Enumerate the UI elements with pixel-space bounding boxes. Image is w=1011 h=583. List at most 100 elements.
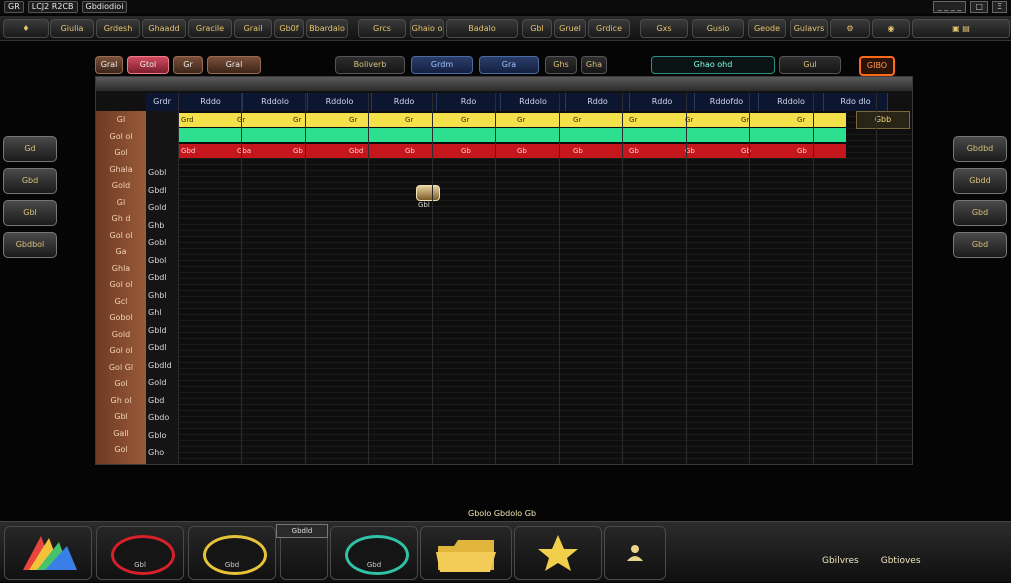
green-row[interactable] (178, 128, 846, 142)
user-button[interactable] (604, 526, 666, 580)
grid-cell[interactable]: Gb (461, 144, 471, 158)
left-side-button[interactable]: Gbdbol (3, 232, 57, 258)
toolbar-button[interactable]: Grdesh (96, 19, 140, 38)
left-side-button[interactable]: Gbl (3, 200, 57, 226)
tab[interactable]: GIBO (859, 56, 895, 76)
toolbar-button[interactable]: Gb0f (274, 19, 304, 38)
grid-cell[interactable]: Gr (629, 113, 637, 127)
tab[interactable]: Boliverb (335, 56, 405, 74)
toolbar-button[interactable]: Geode (748, 19, 786, 38)
status-text: Gbolo Gbdolo Gb (468, 509, 537, 518)
toolbar-button[interactable]: ▣ ▤ (912, 19, 1010, 38)
sub-label: Ghbl (148, 290, 167, 300)
column-header[interactable]: Rdo dlo (824, 93, 888, 111)
column-header[interactable]: Rddolo (501, 93, 566, 111)
grid-cell[interactable]: Gba (237, 144, 251, 158)
tab-active[interactable]: Gtol (127, 56, 169, 74)
grid-cell[interactable]: Gr (461, 113, 469, 127)
folder-button[interactable] (420, 526, 512, 580)
toolbar-button[interactable]: Grdice (588, 19, 630, 38)
grid-cell[interactable]: Gb (797, 144, 807, 158)
toolbar-button[interactable]: Grcs (358, 19, 406, 38)
grid-cell[interactable]: Gr (349, 113, 357, 127)
tab[interactable]: Ghao ohd (651, 56, 775, 74)
bottom-right-labels: Gbilvres Gbtioves (822, 556, 921, 566)
sync-button[interactable]: Gbd (330, 526, 418, 580)
maximize-button[interactable]: □ (970, 1, 988, 13)
right-side-button[interactable]: Gbd (953, 200, 1007, 226)
bottom-toolbar: Gbl Gbd Gbd (0, 521, 1011, 582)
grid-cell[interactable]: Gb (629, 144, 639, 158)
grid-cell[interactable]: Gb (405, 144, 415, 158)
toolbar-button[interactable]: Bbardalo (306, 19, 348, 38)
bottom-right-link[interactable]: Gbtioves (881, 556, 921, 566)
column-header[interactable]: Rdo (437, 93, 501, 111)
tab-bar: Gral Gtol Gr Gral Boliverb Grdm Gra Ghs … (95, 54, 911, 76)
tab[interactable]: Gha (581, 56, 607, 74)
column-header[interactable]: Rddo (372, 93, 437, 111)
column-header[interactable]: Rddolo (243, 93, 308, 111)
column-header[interactable]: Grdr (146, 93, 179, 111)
grid-cell[interactable]: Gr (797, 113, 805, 127)
toolbar-button[interactable]: Gbl (522, 19, 552, 38)
tab[interactable]: Gr (173, 56, 203, 74)
toolbar-button[interactable]: ◉ (872, 19, 910, 38)
right-side-button[interactable]: Gbd (953, 232, 1007, 258)
grid-cell[interactable]: Gr (405, 113, 413, 127)
grid-cell[interactable]: Gr (517, 113, 525, 127)
tab[interactable]: Grdm (411, 56, 473, 74)
toolbar-button[interactable]: Gracile (188, 19, 232, 38)
tab[interactable]: Ghs (545, 56, 577, 74)
grid-cell[interactable]: Gbd (349, 144, 363, 158)
tab[interactable]: Gul (779, 56, 841, 74)
sub-label: Ghl (148, 308, 162, 317)
toolbar-button[interactable]: Ghaio o (410, 19, 444, 38)
grid-cell[interactable]: Grd (181, 113, 194, 127)
grid-body[interactable] (96, 111, 912, 464)
toolbar-button[interactable]: Gxs (640, 19, 688, 38)
right-side-button[interactable]: Gbdd (953, 168, 1007, 194)
minimize-button[interactable]: _ _ _ _ (932, 1, 967, 13)
toolbar-button[interactable]: ⚙ (830, 19, 870, 38)
record-button[interactable]: Gbl (96, 526, 184, 580)
yellow-row[interactable]: GrdGrGrGrGrGrGrGrGrGrGrGr (178, 113, 846, 127)
row-label: Ga (115, 247, 127, 256)
close-button[interactable]: Ξ (991, 1, 1007, 13)
toolbar-button[interactable]: Grail (234, 19, 272, 38)
drag-handle-icon[interactable] (416, 185, 440, 201)
column-header[interactable]: Rddolo (759, 93, 824, 111)
grid-cell[interactable]: Gb (573, 144, 583, 158)
left-side-button[interactable]: Gbd (3, 168, 57, 194)
toolbar-button[interactable]: Gusio (692, 19, 744, 38)
grid-cell[interactable]: Gb (293, 144, 303, 158)
red-row[interactable]: Gbd Gba Gb Gbd Gb Gb Gb Gb Gb Gb Gb Gb (178, 144, 846, 158)
tab[interactable]: Gra (479, 56, 539, 74)
row-action-button[interactable]: Gbb (856, 111, 910, 129)
row-label: Gh ol (110, 395, 132, 405)
left-side-button[interactable]: Gd (3, 136, 57, 162)
right-side-button[interactable]: Gbdbd (953, 136, 1007, 162)
record-label: Gbl (134, 561, 146, 569)
sub-label: Gbdld (148, 360, 172, 370)
toolbar-button[interactable]: Badalo (446, 19, 518, 38)
tab[interactable]: Gral (95, 56, 123, 74)
grid-cell[interactable]: Gb (517, 144, 527, 158)
sub-label-column: Gobl Gbdl Gold Ghb Gobl Gbol Gbdl Ghbl Ghl Gbld Gb… (146, 111, 179, 464)
gold-ring-button[interactable]: Gbd (188, 526, 276, 580)
sub-label: Gold (148, 203, 167, 212)
toolbar-button[interactable]: Ghaadd (142, 19, 186, 38)
toolbar-button[interactable]: ♦ (3, 19, 49, 38)
toolbar-button[interactable]: Gulavrs (790, 19, 828, 38)
toolbar-button[interactable]: Gruel (554, 19, 586, 38)
bottom-right-link[interactable]: Gbilvres (822, 556, 859, 566)
column-header[interactable]: Rddo (179, 93, 243, 111)
column-header[interactable]: Rddo (566, 93, 630, 111)
grid-cell[interactable]: Gr (573, 113, 581, 127)
favorite-button[interactable] (514, 526, 602, 580)
grid-cell[interactable]: Gbd (181, 144, 195, 158)
tab[interactable]: Gral (207, 56, 261, 74)
toolbar-button[interactable]: Giulia (50, 19, 94, 38)
palette-button[interactable] (4, 526, 92, 580)
column-header[interactable]: Rddolo (308, 93, 372, 111)
grid-cell[interactable]: Gr (293, 113, 301, 127)
